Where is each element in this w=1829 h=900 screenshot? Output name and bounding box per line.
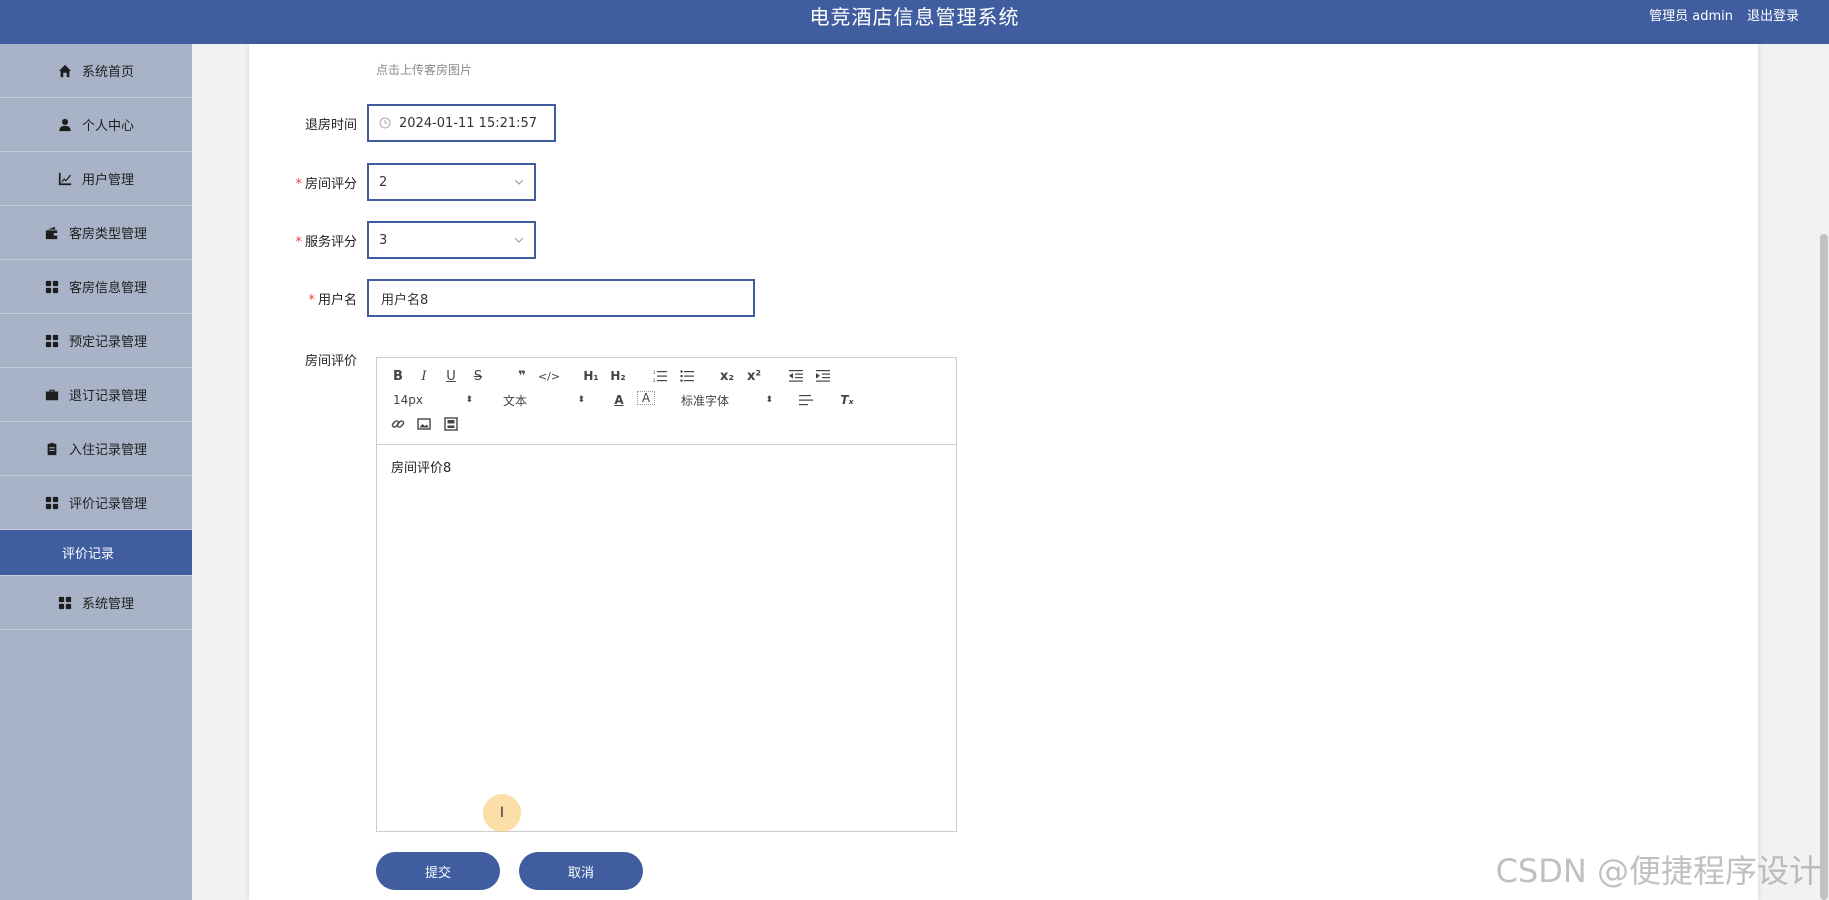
svg-text:1: 1: [653, 370, 656, 375]
checkout-time-label: 退房时间: [304, 117, 357, 133]
user-icon: [58, 118, 72, 132]
editor-content[interactable]: 房间评价8: [377, 445, 956, 488]
sidebar-subitem-review-records[interactable]: 评价记录: [0, 530, 192, 576]
rich-text-editor: B I U S ❞ </> H₁ H₂ 12 x₂ x² 14px ⬍ 文本 ⬍ A…: [376, 357, 957, 832]
image-icon[interactable]: [415, 415, 433, 433]
italic-icon[interactable]: I: [415, 367, 433, 385]
sidebar-item-bookings[interactable]: 预定记录管理: [0, 314, 192, 368]
font-size-select[interactable]: 14px ⬍: [393, 391, 473, 409]
logout-link[interactable]: 退出登录: [1747, 0, 1799, 34]
service-rating-label: * 服务评分: [295, 234, 357, 250]
sidebar-item-rooms[interactable]: 客房信息管理: [0, 260, 192, 314]
updown-arrow-icon: ⬍: [577, 395, 585, 405]
text-cursor-indicator: I: [483, 794, 521, 832]
sidebar-item-label: 退订记录管理: [68, 389, 147, 404]
clipboard-icon: [45, 442, 59, 456]
admin-label: 管理员 admin: [1649, 9, 1733, 24]
sidebar-item-home[interactable]: 系统首页: [0, 44, 192, 98]
code-block-icon[interactable]: </>: [538, 367, 560, 385]
updown-arrow-icon: ⬍: [765, 395, 773, 405]
grid-icon: [45, 496, 59, 510]
room-rating-select[interactable]: 2: [367, 163, 536, 201]
grid-icon: [45, 334, 59, 348]
sidebar-item-label: 评价记录管理: [68, 497, 147, 512]
top-header: 电竞酒店信息管理系统 管理员 admin 退出登录: [0, 0, 1829, 44]
sidebar: 系统首页 个人中心 用户管理 客房类型管理 客房信息管理 预定记录管理 退订记录…: [0, 44, 192, 900]
sidebar-item-label: 系统首页: [81, 65, 134, 80]
sidebar-item-cancellations[interactable]: 退订记录管理: [0, 368, 192, 422]
room-rating-label: * 房间评分: [295, 176, 357, 192]
username-row: * 用户名 用户名8: [249, 279, 755, 317]
user-area: 管理员 admin 退出登录: [1649, 0, 1799, 34]
outdent-icon[interactable]: [787, 367, 805, 385]
scrollbar-thumb[interactable]: [1820, 234, 1828, 900]
text-style-select[interactable]: 文本 ⬍: [503, 391, 585, 409]
system-title: 电竞酒店信息管理系统: [809, 5, 1020, 29]
superscript-icon[interactable]: x²: [744, 367, 764, 385]
sidebar-item-label: 用户管理: [81, 173, 134, 188]
sidebar-item-checkins[interactable]: 入住记录管理: [0, 422, 192, 476]
heading-2-icon[interactable]: H₂: [607, 367, 629, 385]
sidebar-item-reviews[interactable]: 评价记录管理: [0, 476, 192, 530]
font-family-select[interactable]: 标准字体 ⬍: [681, 391, 773, 409]
video-icon[interactable]: [442, 415, 460, 433]
briefcase-icon: [45, 388, 59, 402]
heading-1-icon[interactable]: H₁: [580, 367, 602, 385]
chart-icon: [58, 172, 72, 186]
checkout-time-row: 退房时间 2024-01-11 15:21:57: [249, 104, 556, 142]
font-color-icon[interactable]: A: [610, 391, 628, 409]
room-rating-value: 2: [379, 174, 388, 190]
wallet-icon: [45, 226, 59, 240]
blockquote-icon[interactable]: ❞: [513, 367, 531, 385]
room-review-label: 房间评价: [304, 354, 357, 369]
username-label: * 用户名: [308, 292, 357, 308]
checkout-time-value: 2024-01-11 15:21:57: [399, 115, 538, 131]
sidebar-item-label: 预定记录管理: [68, 335, 147, 350]
ordered-list-icon[interactable]: 12: [651, 367, 669, 385]
room-rating-row: * 房间评分 2: [249, 163, 536, 201]
sidebar-item-label: 系统管理: [81, 597, 134, 612]
bold-icon[interactable]: B: [389, 367, 407, 385]
editor-toolbar: B I U S ❞ </> H₁ H₂ 12 x₂ x² 14px ⬍ 文本 ⬍ A…: [377, 358, 956, 445]
sidebar-item-label: 个人中心: [81, 119, 134, 134]
link-icon[interactable]: [389, 415, 407, 433]
updown-arrow-icon: ⬍: [465, 395, 473, 405]
underline-icon[interactable]: U: [442, 367, 460, 385]
align-left-icon[interactable]: [797, 391, 815, 409]
upload-hint[interactable]: 点击上传客房图片: [376, 61, 472, 78]
service-rating-value: 3: [379, 232, 388, 248]
subscript-icon[interactable]: x₂: [717, 367, 737, 385]
service-rating-select[interactable]: 3: [367, 221, 536, 259]
bullet-list-icon[interactable]: [678, 367, 696, 385]
chevron-down-icon: [514, 179, 524, 185]
sidebar-item-label: 客房信息管理: [68, 281, 147, 296]
indent-icon[interactable]: [814, 367, 832, 385]
username-input[interactable]: 用户名8: [367, 279, 755, 317]
grid-icon: [58, 596, 72, 610]
watermark: CSDN @便捷程序设计: [1495, 852, 1821, 890]
sidebar-item-users[interactable]: 用户管理: [0, 152, 192, 206]
service-rating-row: * 服务评分 3: [249, 221, 536, 259]
clock-icon: [379, 117, 391, 129]
strike-icon[interactable]: S: [469, 367, 487, 385]
cancel-button[interactable]: 取消: [519, 852, 643, 890]
chevron-down-icon: [514, 237, 524, 243]
background-color-icon[interactable]: A: [637, 391, 655, 405]
sidebar-item-profile[interactable]: 个人中心: [0, 98, 192, 152]
page-scrollbar[interactable]: [1819, 44, 1829, 900]
grid-icon: [45, 280, 59, 294]
home-icon: [58, 64, 72, 78]
submit-button[interactable]: 提交: [376, 852, 500, 890]
checkout-time-picker[interactable]: 2024-01-11 15:21:57: [367, 104, 556, 142]
sidebar-item-room-types[interactable]: 客房类型管理: [0, 206, 192, 260]
svg-text:2: 2: [653, 378, 656, 383]
clear-format-icon[interactable]: Tₓ: [838, 391, 856, 409]
sidebar-item-label: 入住记录管理: [68, 443, 147, 458]
sidebar-item-system[interactable]: 系统管理: [0, 576, 192, 630]
sidebar-item-label: 客房类型管理: [68, 227, 147, 242]
